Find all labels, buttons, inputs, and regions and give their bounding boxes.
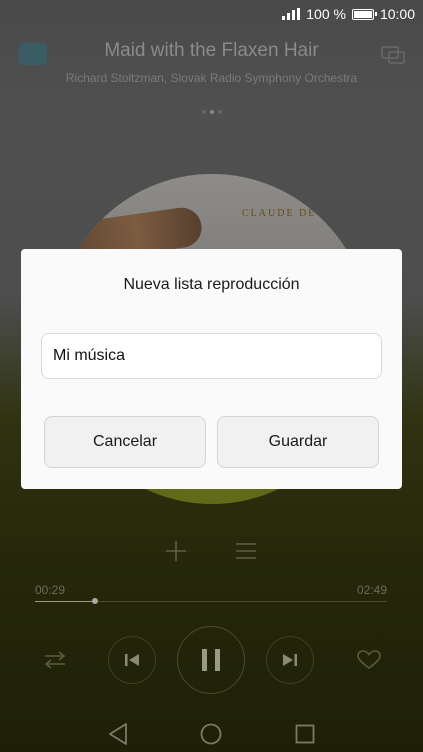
- clock: 10:00: [379, 6, 415, 22]
- home-icon[interactable]: [200, 723, 222, 745]
- battery-icon: [351, 8, 377, 20]
- seek-bar[interactable]: [35, 598, 387, 604]
- shuffle-icon[interactable]: [43, 650, 67, 670]
- track-artist: Richard Stoltzman, Slovak Radio Symphony…: [65, 71, 358, 85]
- cancel-button[interactable]: Cancelar: [44, 416, 206, 468]
- save-button[interactable]: Guardar: [217, 416, 379, 468]
- cast-icon[interactable]: [381, 46, 405, 64]
- time-current: 00:29: [35, 583, 66, 597]
- page-dot-active: [209, 110, 214, 114]
- add-icon[interactable]: [165, 540, 187, 562]
- next-button[interactable]: [266, 636, 314, 684]
- pause-icon: [202, 649, 220, 671]
- back-icon[interactable]: [107, 722, 129, 746]
- page-dot: [201, 110, 206, 114]
- queue-list-icon[interactable]: [236, 542, 256, 560]
- seek-bar-progress: [35, 601, 95, 602]
- heart-icon[interactable]: [357, 650, 381, 670]
- pause-button[interactable]: [177, 626, 245, 694]
- seek-bar-knob[interactable]: [91, 598, 98, 604]
- skip-next-icon: [283, 654, 297, 666]
- time-total: 02:49: [356, 583, 387, 597]
- album-art-text: CLAUDE DE: [242, 208, 317, 219]
- signal-icon: [282, 8, 301, 20]
- playlist-name-input[interactable]: [41, 333, 382, 379]
- skip-previous-icon: [125, 654, 139, 666]
- new-playlist-dialog: Nueva lista reproducción Cancelar Guarda…: [21, 249, 402, 489]
- recents-icon[interactable]: [295, 724, 315, 744]
- battery-percent: 100 %: [306, 6, 346, 22]
- dialog-title: Nueva lista reproducción: [123, 276, 300, 293]
- page-dot: [217, 110, 222, 114]
- page-indicator: [0, 110, 423, 114]
- status-bar: 100 % 10:00: [0, 0, 423, 30]
- system-nav-bar: [0, 704, 423, 752]
- previous-button[interactable]: [108, 636, 156, 684]
- track-title: Maid with the Flaxen Hair: [104, 40, 319, 61]
